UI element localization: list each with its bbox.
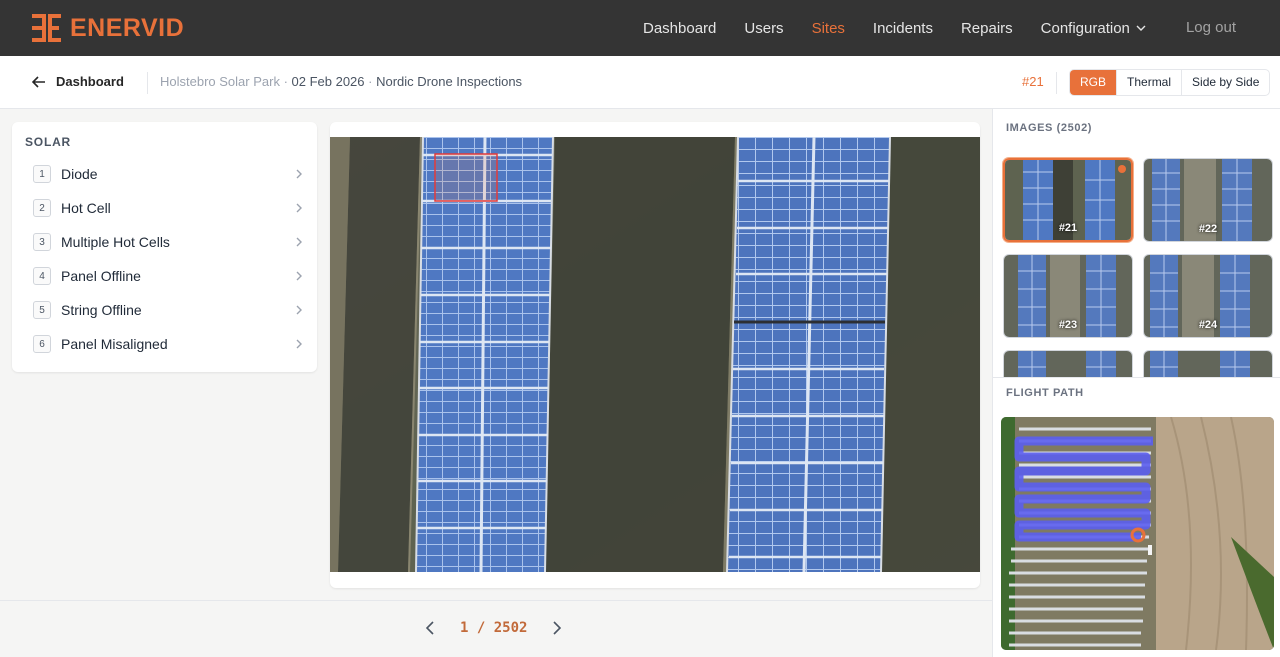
view-mode-rgb[interactable]: RGB <box>1070 70 1117 95</box>
images-section-title: IMAGES (2502) <box>1006 122 1093 134</box>
view-mode-thermal[interactable]: Thermal <box>1116 70 1181 95</box>
hotkey-badge: 4 <box>33 267 51 285</box>
chevron-right-icon <box>553 621 562 635</box>
chevron-right-icon <box>296 203 302 213</box>
category-hot-cell[interactable]: 2 Hot Cell <box>33 193 303 223</box>
solar-array-aerial-image <box>330 137 980 572</box>
category-label: Multiple Hot Cells <box>61 234 170 250</box>
app-name: ENERVID <box>70 13 185 42</box>
defect-category-panel: SOLAR 1 Diode 2 Hot Cell 3 Multiple Hot … <box>12 122 317 372</box>
category-label: Panel Misaligned <box>61 336 168 352</box>
chevron-right-icon <box>296 169 302 179</box>
thumbnail-label: #22 <box>1198 223 1218 235</box>
thumbnail-label: #24 <box>1198 319 1218 331</box>
logout-link[interactable]: Log out <box>1186 19 1236 36</box>
thumbnail-22[interactable]: #22 <box>1143 158 1273 242</box>
thumbnail-image <box>1004 351 1132 378</box>
next-image-button[interactable] <box>547 617 567 639</box>
image-pager: 1 / 2502 <box>420 617 567 639</box>
chevron-left-icon <box>426 621 434 635</box>
category-label: Diode <box>61 166 98 182</box>
thumbnail-image <box>1144 351 1272 378</box>
divider <box>147 72 148 94</box>
flight-path-title: FLIGHT PATH <box>1006 387 1084 399</box>
hotkey-badge: 1 <box>33 165 51 183</box>
flight-path-satellite-map <box>1001 417 1274 650</box>
image-thumbnail-grid[interactable]: #21 #22 #23 #24 <box>1001 156 1276 378</box>
hotkey-badge: 2 <box>33 199 51 217</box>
arrow-left-icon <box>32 75 45 88</box>
previous-image-button[interactable] <box>420 617 440 639</box>
thumbnail-24[interactable]: #24 <box>1143 254 1273 338</box>
category-panel-offline[interactable]: 4 Panel Offline <box>33 261 303 291</box>
enervid-logo-icon <box>32 14 61 42</box>
thumbnail-25[interactable] <box>1003 350 1133 378</box>
sub-header: Dashboard Holstebro Solar Park · 02 Feb … <box>0 56 1280 109</box>
inspection-date: 02 Feb 2026 <box>291 74 365 89</box>
nav-configuration-label: Configuration <box>1040 19 1130 37</box>
back-label: Dashboard <box>56 74 124 89</box>
category-label: String Offline <box>61 302 142 318</box>
main-nav: Dashboard Users Sites Incidents Repairs … <box>643 0 1174 56</box>
thumbnail-label: #21 <box>1058 222 1078 234</box>
divider <box>993 377 1280 378</box>
back-to-dashboard-button[interactable]: Dashboard <box>32 74 124 89</box>
category-multiple-hot-cells[interactable]: 3 Multiple Hot Cells <box>33 227 303 257</box>
nav-incidents[interactable]: Incidents <box>873 20 933 37</box>
divider <box>0 600 992 601</box>
site-name: Holstebro Solar Park <box>160 74 280 89</box>
category-group-title: SOLAR <box>25 135 71 149</box>
top-nav-bar: ENERVID Dashboard Users Sites Incidents … <box>0 0 1280 56</box>
category-label: Panel Offline <box>61 268 141 284</box>
category-label: Hot Cell <box>61 200 111 216</box>
current-image-id: #21 <box>1022 74 1044 89</box>
breadcrumb-separator: · <box>279 74 292 89</box>
app-logo[interactable]: ENERVID <box>32 13 184 43</box>
nav-dashboard[interactable]: Dashboard <box>643 20 716 37</box>
inspection-operator: Nordic Drone Inspections <box>376 74 523 89</box>
category-panel-misaligned[interactable]: 6 Panel Misaligned <box>33 329 303 359</box>
nav-sites[interactable]: Sites <box>812 20 845 37</box>
inspection-photo[interactable] <box>330 137 980 572</box>
chevron-right-icon <box>296 339 302 349</box>
image-viewer <box>330 122 980 588</box>
category-string-offline[interactable]: 5 String Offline <box>33 295 303 325</box>
hotkey-badge: 3 <box>33 233 51 251</box>
inspection-breadcrumb: Holstebro Solar Park · 02 Feb 2026 · Nor… <box>160 74 522 89</box>
flag-dot <box>1118 165 1126 173</box>
thumbnail-23[interactable]: #23 <box>1003 254 1133 338</box>
category-diode[interactable]: 1 Diode <box>33 159 303 189</box>
hotkey-badge: 6 <box>33 335 51 353</box>
image-counter: 1 / 2502 <box>460 620 528 636</box>
view-mode-side-by-side[interactable]: Side by Side <box>1181 70 1269 95</box>
divider <box>1056 72 1057 94</box>
chevron-right-icon <box>296 237 302 247</box>
chevron-right-icon <box>296 271 302 281</box>
nav-configuration[interactable]: Configuration <box>1041 20 1146 37</box>
hotkey-badge: 5 <box>33 301 51 319</box>
flight-path-map[interactable] <box>1001 417 1274 650</box>
thumbnail-21[interactable]: #21 <box>1003 158 1133 242</box>
chevron-right-icon <box>296 305 302 315</box>
defect-annotation-box[interactable] <box>434 153 498 202</box>
thumbnail-26[interactable] <box>1143 350 1273 378</box>
chevron-down-icon <box>1136 25 1146 31</box>
thumbnail-label: #23 <box>1058 319 1078 331</box>
nav-users[interactable]: Users <box>744 20 783 37</box>
view-mode-toggle: RGB Thermal Side by Side <box>1069 69 1271 96</box>
breadcrumb-separator: · <box>364 74 377 89</box>
right-sidebar: IMAGES (2502) #21 #22 #23 #24 FLIGHT PAT… <box>992 109 1280 657</box>
nav-repairs[interactable]: Repairs <box>961 20 1013 37</box>
